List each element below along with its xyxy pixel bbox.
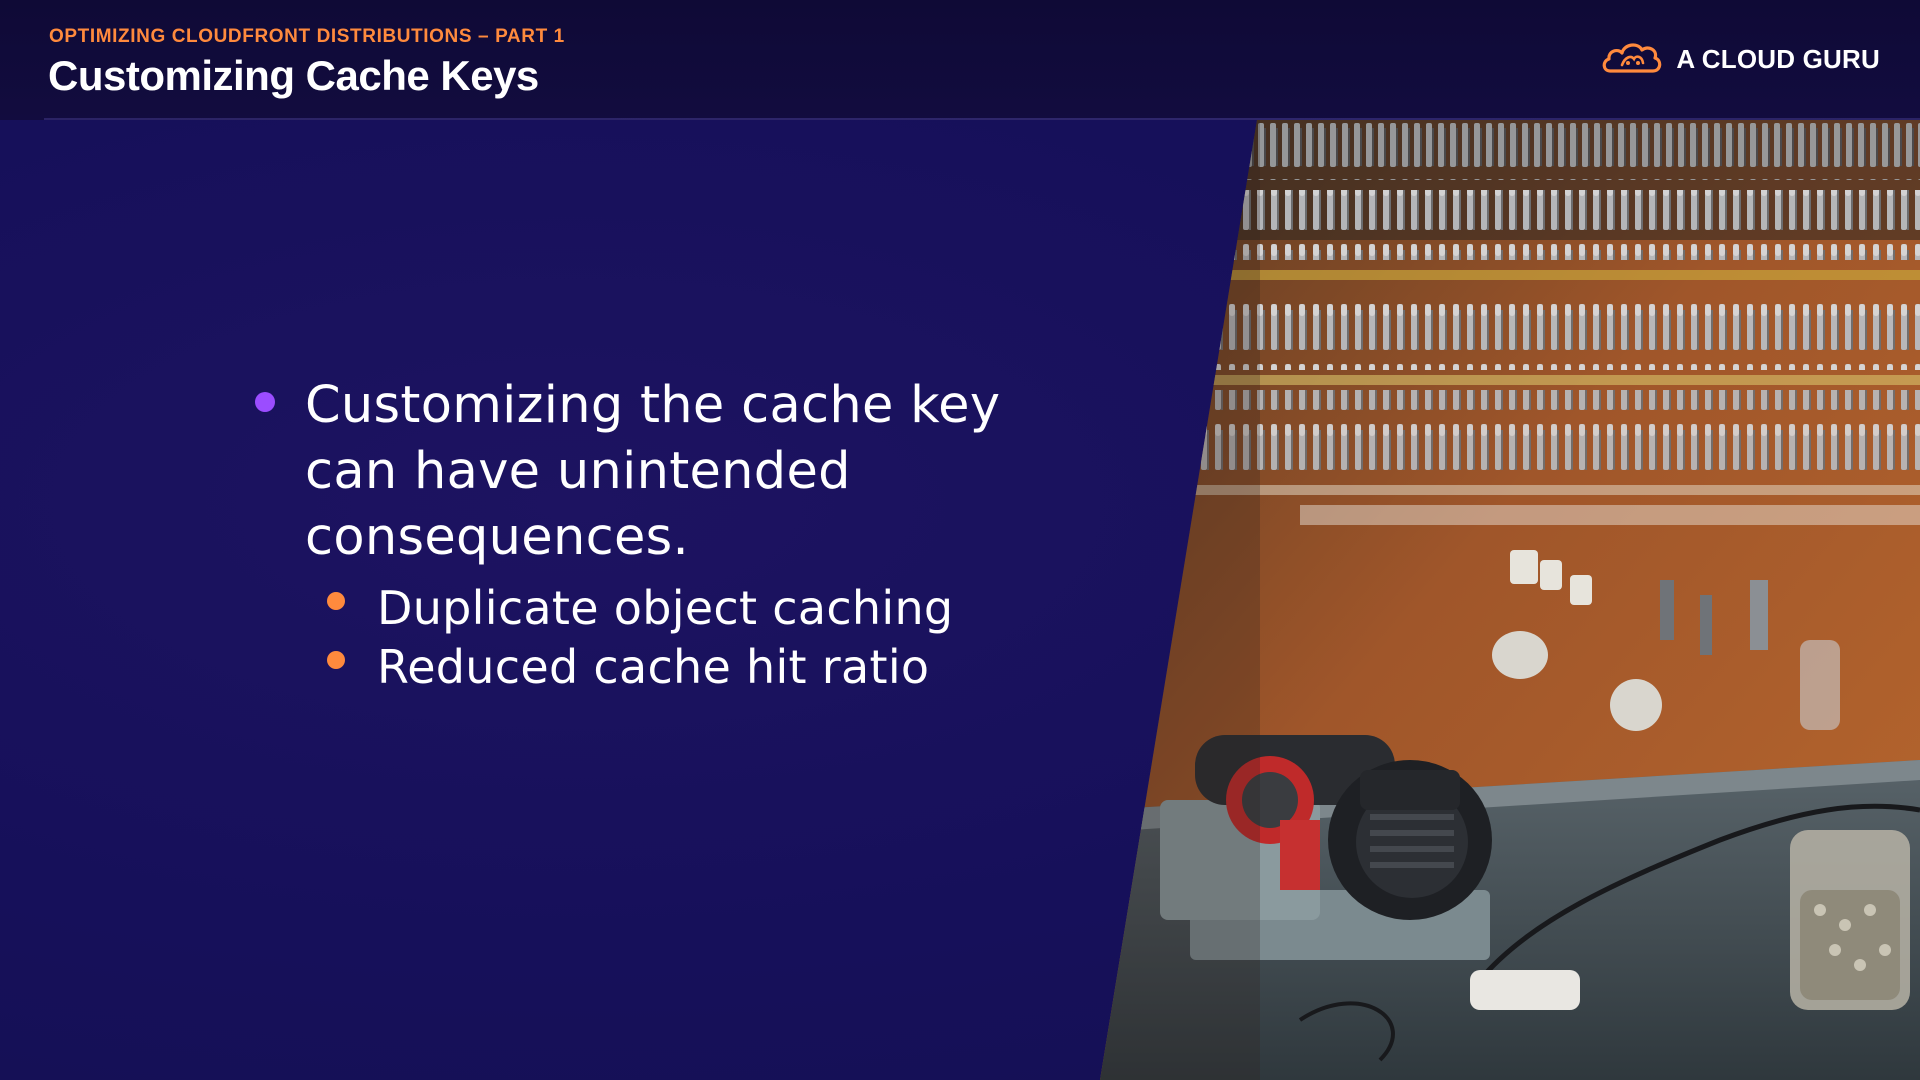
bullet-dot-sub-2 bbox=[327, 651, 345, 669]
section-kicker: OPTIMIZING CLOUDFRONT DISTRIBUTIONS – PA… bbox=[49, 26, 565, 47]
slide-title: Customizing Cache Keys bbox=[48, 52, 539, 99]
header-divider bbox=[44, 118, 1920, 120]
bullet-main-text: Customizing the cache key can have unint… bbox=[305, 376, 1001, 567]
bullet-sub-2: Reduced cache hit ratio bbox=[377, 640, 930, 694]
bullet-dot-primary bbox=[255, 392, 275, 412]
bullet-dot-sub-1 bbox=[327, 592, 345, 610]
brand-logo: A CLOUD GURU bbox=[1600, 36, 1880, 82]
bullet-sub-1: Duplicate object caching bbox=[377, 581, 954, 635]
cloud-logo-icon bbox=[1602, 43, 1662, 73]
slide-header: OPTIMIZING CLOUDFRONT DISTRIBUTIONS – PA… bbox=[0, 0, 1920, 120]
brand-name: A CLOUD GURU bbox=[1676, 43, 1880, 74]
